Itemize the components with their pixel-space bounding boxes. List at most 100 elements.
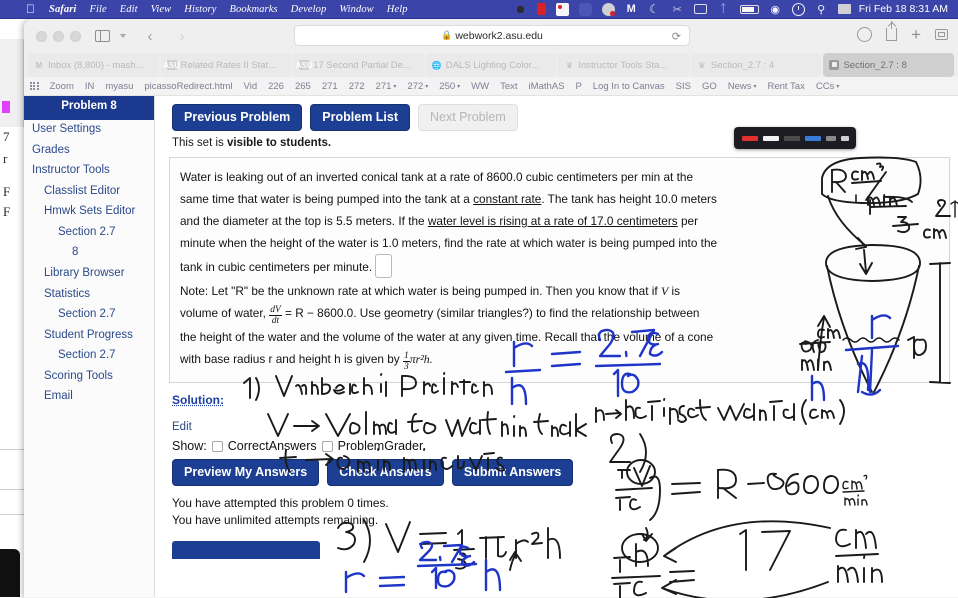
sidebar-item-problem-8[interactable]: Problem 8 xyxy=(24,96,154,120)
bookmark-vid[interactable]: Vid xyxy=(244,81,258,92)
bookmark-sis[interactable]: SIS xyxy=(676,81,691,92)
scissors-icon[interactable]: ✂ xyxy=(671,3,684,16)
dropbox-icon[interactable] xyxy=(513,2,527,16)
hand-icon[interactable] xyxy=(578,2,592,16)
bookmark-text[interactable]: Text xyxy=(500,81,517,92)
bookmark-271-folder[interactable]: 271 ▾ xyxy=(376,81,397,92)
menu-item-window[interactable]: Window xyxy=(339,4,373,15)
menu-item-help[interactable]: Help xyxy=(387,4,408,15)
window-controls[interactable] xyxy=(36,30,81,42)
sidebar-item-scoring-tools[interactable]: Scoring Tools xyxy=(24,366,154,387)
time-machine-icon[interactable] xyxy=(791,2,805,16)
sidebar-item-instructor-tools[interactable]: Instructor Tools xyxy=(24,161,154,182)
bookmark-272-folder[interactable]: 272 ▾ xyxy=(407,81,428,92)
maximize-button[interactable] xyxy=(70,30,81,42)
bookmark-canvas[interactable]: Log In to Canvas xyxy=(593,81,665,92)
bookmark-271[interactable]: 271 xyxy=(322,81,338,92)
address-bar[interactable]: 🔒 webwork2.asu.edu ⟳ xyxy=(294,25,690,46)
sidebar-dropdown-button[interactable] xyxy=(117,27,129,46)
edit-link[interactable]: Edit xyxy=(172,421,958,433)
bottom-partial-button[interactable] xyxy=(172,541,320,559)
menu-item-bookmarks[interactable]: Bookmarks xyxy=(230,4,278,15)
sidebar-item-grades[interactable]: Grades xyxy=(24,140,154,161)
downloads-icon[interactable] xyxy=(857,27,873,42)
problem-list-button[interactable]: Problem List xyxy=(310,104,411,131)
bookmark-rent-tax[interactable]: Rent Tax xyxy=(768,81,805,92)
sidebar-item-statistics[interactable]: Statistics xyxy=(24,284,154,305)
bookmark-ww[interactable]: WW xyxy=(471,81,489,92)
menu-item-edit[interactable]: Edit xyxy=(120,4,138,15)
black-pen-tool[interactable] xyxy=(783,135,800,141)
white-pen-tool[interactable] xyxy=(762,135,779,141)
bookmark-265[interactable]: 265 xyxy=(295,81,311,92)
browser-tab-4[interactable]: ♛ Instructor Tools Sta... xyxy=(558,53,689,77)
menu-item-view[interactable]: View xyxy=(151,4,172,15)
bookmark-250-folder[interactable]: 250 ▾ xyxy=(439,81,460,92)
submit-answers-button[interactable]: Submit Answers xyxy=(451,459,574,486)
browser-tab-3[interactable]: 🌐 DALS Lighting Color... xyxy=(425,53,557,77)
wifi-icon[interactable]: ◉ xyxy=(769,3,782,16)
sidebar-item-problem-number-8[interactable]: 8 xyxy=(24,243,154,264)
new-tab-icon[interactable]: + xyxy=(911,26,921,43)
answer-input[interactable] xyxy=(375,254,393,278)
bluetooth-icon[interactable]: ᛏ xyxy=(717,3,730,16)
eraser-tool[interactable] xyxy=(825,135,836,141)
pointer-tool[interactable] xyxy=(840,135,849,141)
correct-answers-checkbox[interactable] xyxy=(211,440,223,452)
bookmark-ccs-folder[interactable]: CCs ▾ xyxy=(816,81,840,92)
battery-icon[interactable] xyxy=(739,4,759,14)
bookmark-news-folder[interactable]: News ▾ xyxy=(728,81,757,92)
sidebar-item-section-2-7-b[interactable]: Section 2.7 xyxy=(24,305,154,326)
sidebar-item-user-settings[interactable]: User Settings xyxy=(24,120,154,141)
sidebar-item-hmwk-sets-editor[interactable]: Hmwk Sets Editor xyxy=(24,202,154,223)
browser-tab-5[interactable]: ♛ Section_2.7 : 4 xyxy=(690,53,822,77)
bookmark-272[interactable]: 272 xyxy=(349,81,365,92)
apple-logo-icon[interactable]:  xyxy=(26,3,35,15)
previous-problem-button[interactable]: Previous Problem xyxy=(172,104,303,131)
preview-my-answers-button[interactable]: Preview My Answers xyxy=(172,459,320,486)
menubar-clock[interactable]: Fri Feb 18 8:31 AM xyxy=(859,3,948,15)
minimize-button[interactable] xyxy=(53,30,64,42)
cleanmymac-icon[interactable] xyxy=(555,2,569,16)
zoom-app-icon[interactable] xyxy=(601,2,615,16)
bookmark-zoom[interactable]: Zoom xyxy=(50,81,74,92)
sidebar-item-email[interactable]: Email xyxy=(24,387,154,408)
close-button[interactable] xyxy=(36,30,47,42)
share-icon[interactable] xyxy=(886,21,898,41)
back-button[interactable]: ‹ xyxy=(139,27,161,46)
problem-grader-checkbox[interactable] xyxy=(321,440,333,452)
bookmark-226[interactable]: 226 xyxy=(268,81,284,92)
bookmark-in[interactable]: IN xyxy=(85,81,95,92)
tab-overview-icon[interactable] xyxy=(935,29,948,40)
do-not-disturb-moon-icon[interactable]: ☾ xyxy=(648,2,661,16)
search-icon[interactable]: ⚲ xyxy=(815,3,828,16)
bookmark-apps-grid[interactable] xyxy=(30,81,39,91)
forward-button[interactable]: › xyxy=(171,27,193,46)
sidebar-item-student-progress[interactable]: Student Progress xyxy=(24,325,154,346)
malwarebytes-icon[interactable]: M xyxy=(625,3,638,16)
bookmark-go[interactable]: GO xyxy=(702,81,717,92)
blue-pen-tool[interactable] xyxy=(804,135,821,141)
sidebar-toggle-button[interactable] xyxy=(91,27,113,46)
browser-tab-6-active[interactable]: Section_2.7 : 8 xyxy=(823,53,955,77)
menu-item-develop[interactable]: Develop xyxy=(291,4,327,15)
menu-item-safari[interactable]: Safari xyxy=(49,4,76,15)
sidebar-item-classlist-editor[interactable]: Classlist Editor xyxy=(24,181,154,202)
browser-tab-0[interactable]: M Inbox (8,800) - mash... xyxy=(28,53,159,77)
menu-item-file[interactable]: File xyxy=(89,4,106,15)
browser-tab-2[interactable]: ASU 17 Second Partial De... xyxy=(293,53,424,77)
printer-icon[interactable] xyxy=(837,4,851,14)
sidebar-item-library-browser[interactable]: Library Browser xyxy=(24,264,154,285)
display-icon[interactable] xyxy=(693,4,707,14)
sidebar-item-section-2-7-c[interactable]: Section 2.7 xyxy=(24,346,154,367)
menu-item-history[interactable]: History xyxy=(184,4,216,15)
annotation-pen-toolbar[interactable] xyxy=(734,127,856,149)
reload-icon[interactable]: ⟳ xyxy=(672,30,681,43)
solution-label[interactable]: Solution: xyxy=(172,393,958,407)
check-answers-button[interactable]: Check Answers xyxy=(327,459,444,486)
bookmark-imathas[interactable]: iMathAS xyxy=(529,81,565,92)
stoplight-red-icon[interactable] xyxy=(536,3,546,15)
red-pen-tool[interactable] xyxy=(741,135,758,141)
browser-tab-1[interactable]: ASU Related Rates II Stat... xyxy=(160,53,292,77)
sidebar-item-section-2-7-a[interactable]: Section 2.7 xyxy=(24,222,154,243)
